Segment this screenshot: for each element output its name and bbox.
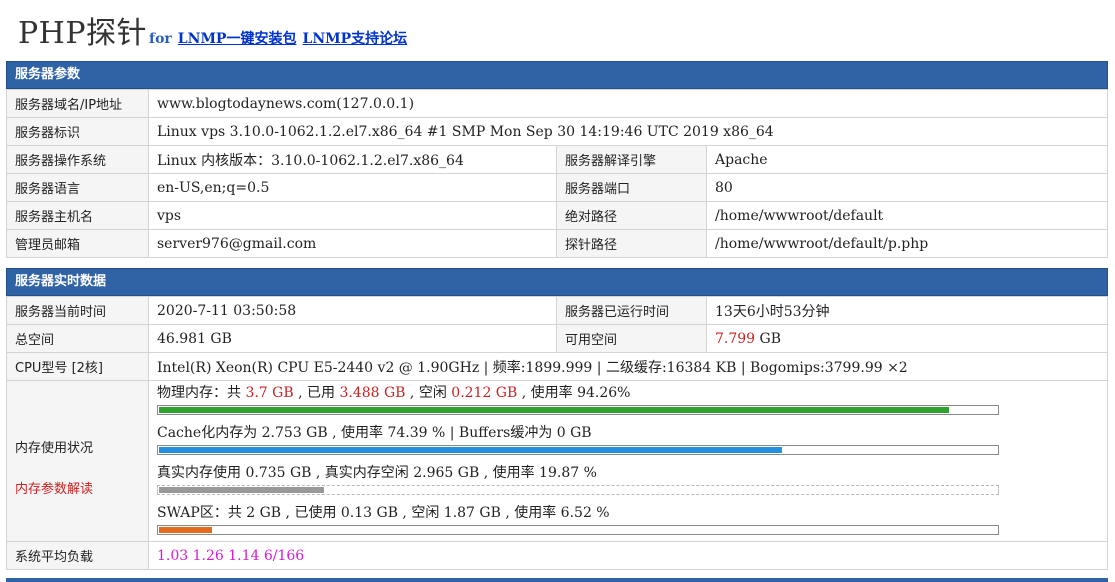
cpu-label: CPU型号 [2核] bbox=[6, 352, 149, 381]
server-params-table: 服务器域名/IP地址 www.blogtodaynews.com(127.0.0… bbox=[6, 89, 1108, 258]
uptime-label: 服务器已运行时间 bbox=[556, 296, 707, 325]
table-row: CPU型号 [2核] Intel(R) Xeon(R) CPU E5-2440 … bbox=[6, 352, 1108, 381]
cpu-value: Intel(R) Xeon(R) CPU E5-2440 v2 @ 1.90GH… bbox=[148, 352, 1108, 381]
port-label: 服务器端口 bbox=[556, 173, 707, 202]
next-section-bar bbox=[6, 578, 1108, 582]
table-row: 服务器标识 Linux vps 3.10.0-1062.1.2.el7.x86_… bbox=[6, 117, 1108, 146]
phys-free: 0.212 GB bbox=[451, 385, 518, 401]
section-title-server-params: 服务器参数 bbox=[6, 61, 1108, 89]
table-row: 服务器语言 en-US,en;q=0.5 服务器端口 80 bbox=[6, 173, 1108, 202]
memory-label: 内存使用状况 bbox=[15, 441, 94, 456]
swap-bar bbox=[157, 525, 999, 535]
admin-email-value: server976@gmail.com bbox=[148, 229, 557, 258]
page-title: PHP探针 bbox=[18, 16, 148, 51]
physical-memory-bar bbox=[157, 405, 999, 415]
real-memory-fill bbox=[159, 487, 324, 493]
table-row: 总空间 46.981 GB 可用空间 7.799 GB bbox=[6, 324, 1108, 353]
engine-value: Apache bbox=[706, 145, 1108, 174]
phys-free-prefix: , 空闲 bbox=[405, 385, 452, 401]
realtime-section: 服务器实时数据 服务器当前时间 2020-7-11 03:50:58 服务器已运… bbox=[6, 268, 1108, 570]
physical-memory-text: 物理内存：共 3.7 GB , 已用 3.488 GB , 空闲 0.212 G… bbox=[157, 383, 1099, 403]
real-memory-bar bbox=[157, 485, 999, 495]
hostname-value: vps bbox=[148, 201, 557, 230]
swap-fill bbox=[159, 527, 212, 533]
engine-label: 服务器解译引擎 bbox=[556, 145, 707, 174]
physical-memory-fill bbox=[159, 407, 949, 413]
admin-email-label: 管理员邮箱 bbox=[6, 229, 149, 258]
probe-path-label: 探针路径 bbox=[556, 229, 707, 258]
domain-value: www.blogtodaynews.com(127.0.0.1) bbox=[148, 89, 1108, 118]
load-average-value: 1.03 1.26 1.14 6/166 bbox=[148, 541, 1108, 570]
phys-used-prefix: , 已用 bbox=[293, 385, 340, 401]
os-label: 服务器操作系统 bbox=[6, 145, 149, 174]
uptime-value: 13天6小时53分钟 bbox=[706, 296, 1108, 325]
cache-bar bbox=[157, 445, 999, 455]
lang-value: en-US,en;q=0.5 bbox=[148, 173, 557, 202]
cache-text: Cache化内存为 2.753 GB , 使用率 74.39 % | Buffe… bbox=[157, 425, 592, 441]
lang-label: 服务器语言 bbox=[6, 173, 149, 202]
server-id-label: 服务器标识 bbox=[6, 117, 149, 146]
port-value: 80 bbox=[706, 173, 1108, 202]
memory-params-link[interactable]: 内存参数解读 bbox=[15, 478, 140, 497]
os-value: Linux 内核版本：3.10.0-1062.1.2.el7.x86_64 bbox=[148, 145, 557, 174]
phys-usage: , 使用率 94.26% bbox=[517, 385, 631, 401]
phys-prefix: 物理内存：共 bbox=[157, 385, 246, 401]
table-row: 服务器主机名 vps 绝对路径 /home/wwwroot/default bbox=[6, 201, 1108, 230]
server-id-value: Linux vps 3.10.0-1062.1.2.el7.x86_64 #1 … bbox=[148, 117, 1108, 146]
table-row: 内存使用状况 内存参数解读 物理内存：共 3.7 GB , 已用 3.488 G… bbox=[6, 380, 1108, 542]
domain-label: 服务器域名/IP地址 bbox=[6, 89, 149, 118]
total-space-value: 46.981 GB bbox=[148, 324, 557, 353]
table-row: 服务器操作系统 Linux 内核版本：3.10.0-1062.1.2.el7.x… bbox=[6, 145, 1108, 174]
realtime-table: 服务器当前时间 2020-7-11 03:50:58 服务器已运行时间 13天6… bbox=[6, 296, 1108, 570]
table-row: 管理员邮箱 server976@gmail.com 探针路径 /home/www… bbox=[6, 229, 1108, 258]
load-average-label: 系统平均负载 bbox=[6, 541, 149, 570]
hostname-label: 服务器主机名 bbox=[6, 201, 149, 230]
total-space-label: 总空间 bbox=[6, 324, 149, 353]
free-space-label: 可用空间 bbox=[556, 324, 707, 353]
current-time-label: 服务器当前时间 bbox=[6, 296, 149, 325]
abs-path-value: /home/wwwroot/default bbox=[706, 201, 1108, 230]
section-title-realtime: 服务器实时数据 bbox=[6, 268, 1108, 296]
free-space-unit: GB bbox=[755, 330, 782, 347]
cache-fill bbox=[159, 447, 782, 453]
table-row: 服务器当前时间 2020-7-11 03:50:58 服务器已运行时间 13天6… bbox=[6, 296, 1108, 325]
phys-used: 3.488 GB bbox=[339, 385, 406, 401]
free-space-number: 7.799 bbox=[715, 330, 756, 347]
server-params-section: 服务器参数 服务器域名/IP地址 www.blogtodaynews.com(1… bbox=[6, 61, 1108, 258]
phys-total: 3.7 GB bbox=[245, 385, 294, 401]
current-time-value: 2020-7-11 03:50:58 bbox=[148, 296, 557, 325]
free-space-value: 7.799 GB bbox=[706, 324, 1108, 353]
page-header: PHP探针 for LNMP一键安装包 LNMP支持论坛 bbox=[18, 8, 407, 52]
memory-cell: 物理内存：共 3.7 GB , 已用 3.488 GB , 空闲 0.212 G… bbox=[148, 380, 1108, 542]
table-row: 系统平均负载 1.03 1.26 1.14 6/166 bbox=[6, 541, 1108, 570]
swap-text: SWAP区：共 2 GB , 已使用 0.13 GB , 空闲 1.87 GB … bbox=[157, 505, 610, 521]
real-memory-text: 真实内存使用 0.735 GB , 真实内存空闲 2.965 GB , 使用率 … bbox=[157, 465, 597, 481]
lnmp-forum-link[interactable]: LNMP支持论坛 bbox=[302, 28, 407, 48]
table-row: 服务器域名/IP地址 www.blogtodaynews.com(127.0.0… bbox=[6, 89, 1108, 118]
probe-path-value: /home/wwwroot/default/p.php bbox=[706, 229, 1108, 258]
memory-label-cell: 内存使用状况 内存参数解读 bbox=[6, 380, 149, 542]
lnmp-install-link[interactable]: LNMP一键安装包 bbox=[178, 28, 297, 48]
abs-path-label: 绝对路径 bbox=[556, 201, 707, 230]
for-text: for bbox=[149, 31, 172, 47]
